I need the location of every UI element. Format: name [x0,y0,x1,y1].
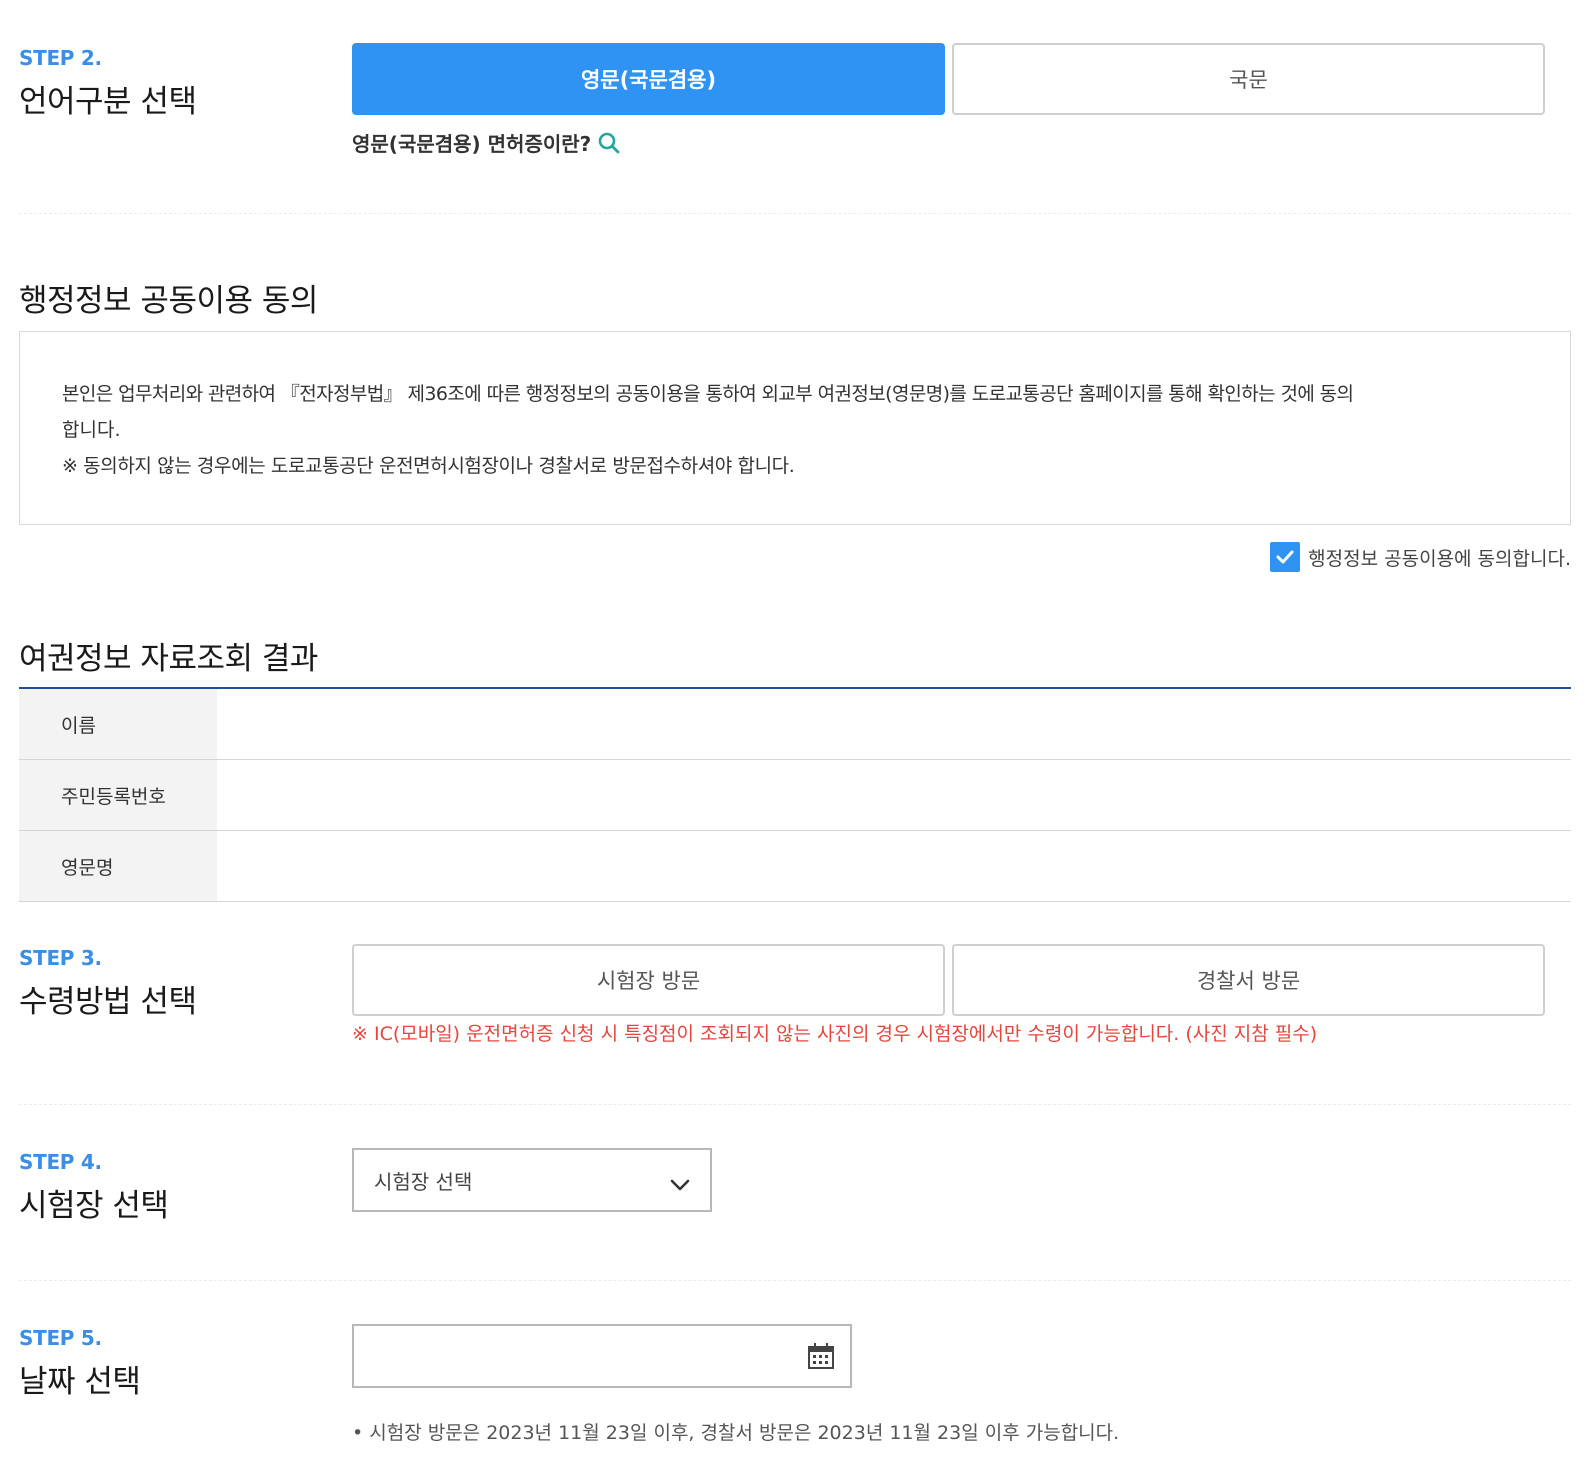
search-icon [597,131,621,155]
calendar-icon[interactable] [806,1341,836,1371]
consent-title: 행정정보 공동이용 동의 [19,283,318,319]
row-value-name [217,689,1571,759]
test-center-select-value: 시험장 선택 [374,1169,473,1194]
test-center-select[interactable]: 시험장 선택 [352,1148,712,1212]
receive-test-center-button[interactable]: 시험장 방문 [352,944,945,1016]
row-value-english-name [217,831,1571,901]
consent-note: ※ 동의하지 않는 경우에는 도로교통공단 운전면허시험장이나 경찰서로 방문접… [62,455,795,477]
receive-police-button[interactable]: 경찰서 방문 [952,944,1545,1016]
consent-text-line1: 본인은 업무처리와 관련하여 『전자정부법』 제36조에 따른 행정정보의 공동… [62,383,1354,405]
passport-title: 여권정보 자료조회 결과 [19,641,318,677]
row-header-name: 이름 [19,689,217,759]
table-row: 주민등록번호 [19,760,1571,831]
step2-title: 언어구분 선택 [19,84,197,120]
consent-text-line2: 합니다. [62,419,121,441]
table-row: 영문명 [19,831,1571,902]
language-korean-button[interactable]: 국문 [952,43,1545,115]
check-icon [1276,550,1294,564]
chevron-down-icon [670,1173,690,1191]
consent-checkbox-label: 행정정보 공동이용에 동의합니다. [1308,547,1571,570]
step5-label: STEP 5. [19,1326,102,1350]
english-license-help-link[interactable]: 영문(국문겸용) 면허증이란? [352,128,621,157]
divider [19,1280,1571,1281]
step5-title: 날짜 선택 [19,1364,141,1400]
consent-checkbox[interactable] [1270,542,1301,572]
step3-title: 수령방법 선택 [19,984,197,1020]
consent-checkbox-row[interactable]: 행정정보 공동이용에 동의합니다. [1270,542,1571,572]
row-header-resident-number: 주민등록번호 [19,760,217,830]
language-english-button[interactable]: 영문(국문겸용) [352,43,945,115]
table-row: 이름 [19,689,1571,760]
date-note: • 시험장 방문은 2023년 11월 23일 이후, 경찰서 방문은 2023… [352,1422,1120,1444]
date-input[interactable] [352,1324,852,1388]
divider [19,213,1571,214]
help-link-label: 영문(국문겸용) 면허증이란? [352,132,592,156]
step2-label: STEP 2. [19,46,102,70]
row-header-english-name: 영문명 [19,831,217,901]
step3-label: STEP 3. [19,946,102,970]
step4-title: 시험장 선택 [19,1188,169,1224]
passport-table: 이름 주민등록번호 영문명 [19,687,1571,902]
receive-warning: ※ IC(모바일) 운전면허증 신청 시 특징점이 조회되지 않는 사진의 경우… [352,1023,1318,1045]
consent-box: 본인은 업무처리와 관련하여 『전자정부법』 제36조에 따른 행정정보의 공동… [19,331,1571,525]
step4-label: STEP 4. [19,1150,102,1174]
row-value-resident-number [217,760,1571,830]
divider [19,1104,1571,1105]
